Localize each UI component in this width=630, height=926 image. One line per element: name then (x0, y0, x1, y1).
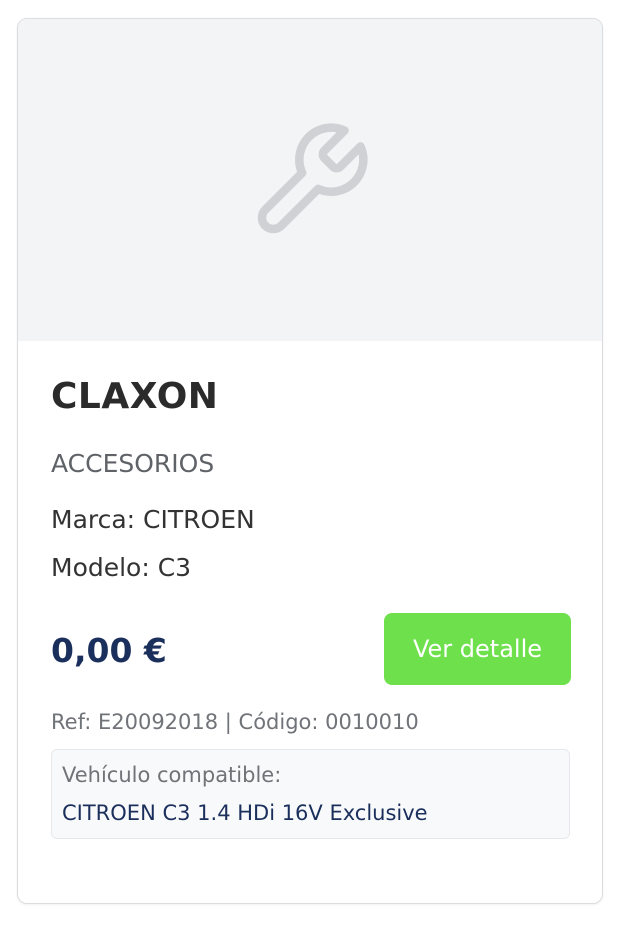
product-image-placeholder (18, 19, 602, 341)
product-title: CLAXON (51, 376, 219, 417)
product-brand: Marca: CITROEN (51, 505, 255, 534)
compatible-vehicle-value: CITROEN C3 1.4 HDi 16V Exclusive (62, 801, 428, 825)
compatible-vehicle-box: Vehículo compatible: CITROEN C3 1.4 HDi … (51, 749, 570, 839)
product-price: 0,00 € (51, 631, 167, 670)
product-card: CLAXON ACCESORIOS Marca: CITROEN Modelo:… (17, 18, 603, 904)
view-detail-button[interactable]: Ver detalle (384, 613, 571, 685)
product-model: Modelo: C3 (51, 553, 192, 582)
compatible-vehicle-label: Vehículo compatible: (62, 763, 282, 787)
product-category: ACCESORIOS (51, 449, 215, 478)
wrench-icon (257, 123, 368, 234)
product-reference: Ref: E20092018 | Código: 0010010 (51, 710, 419, 734)
